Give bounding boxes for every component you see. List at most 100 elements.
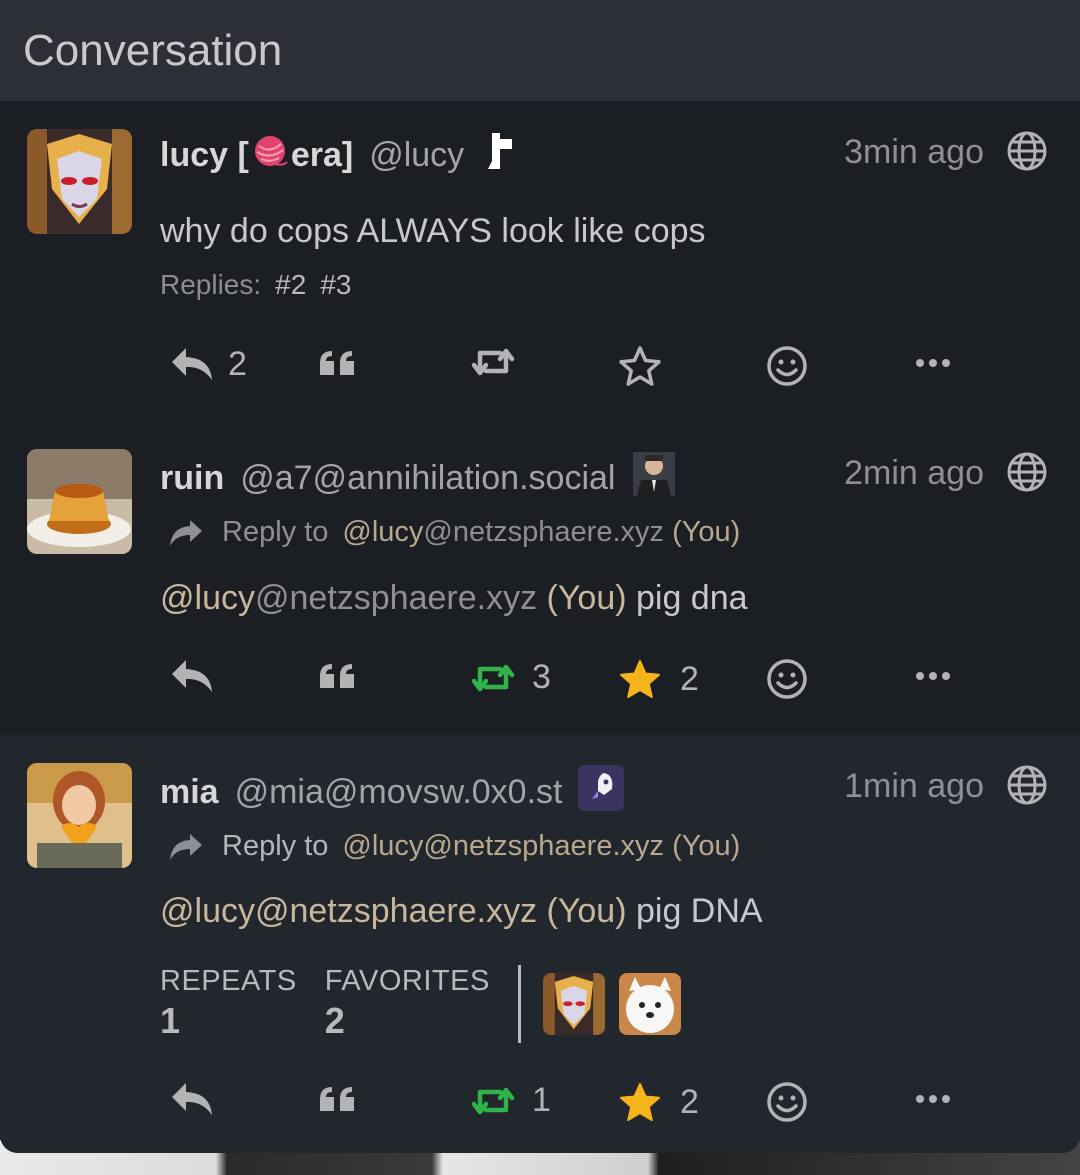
text-body: pig DNA [626,892,763,930]
react-button[interactable] [766,658,808,700]
smiley-icon [767,1082,807,1122]
reply-to-mention[interactable]: @lucy@netzsphaere.xyz (You) [342,830,740,863]
mention-host: @netzsphaere.xyz [254,579,538,617]
replies-label: Replies: [160,269,262,300]
reply-button[interactable] [170,658,214,696]
react-button[interactable] [766,1081,808,1123]
action-bar: 1 2 [0,1081,1080,1131]
account-handle[interactable]: @mia@movsw.0x0.st [235,773,563,812]
text-mention[interactable]: @lucy@netzsphaere.xyz (You) [160,579,627,617]
instance-emoji-icon [578,765,625,820]
globe-icon[interactable] [1006,764,1048,806]
repeats-label: REPEATS [160,965,297,997]
quote-button[interactable] [318,662,356,690]
quote-button[interactable] [318,349,356,377]
conversation-panel: Conversation lucy [ era] @lucy 3min ago … [0,0,1080,1153]
repeat-icon [471,664,515,691]
react-button[interactable] [766,345,808,387]
favorites-stat[interactable]: FAVORITES 2 [325,965,490,1042]
more-dots-icon [916,359,950,367]
globe-icon[interactable] [1006,451,1048,493]
repeat-count: 1 [532,1081,551,1119]
mention-user: @lucy [160,579,255,617]
favorited-by-avatar[interactable] [618,973,681,1035]
mention-you: (You) [664,830,741,862]
quote-icon [320,1087,354,1111]
status-text: @lucy@netzsphaere.xyz (You) pig dna [160,579,748,618]
favorite-count: 2 [680,1082,699,1121]
reply-button[interactable]: 2 [170,345,247,384]
favorites-label: FAVORITES [324,965,490,997]
avatar[interactable] [27,763,132,868]
display-name-end[interactable]: era] [291,136,353,175]
reply-button[interactable] [170,1081,214,1119]
favorited-by-avatar[interactable] [542,973,605,1035]
mention-user: @lucy@netzsphaere.xyz [342,830,665,862]
reply-count: 2 [228,345,247,383]
author-line: ruin @a7@annihilation.social [160,452,676,505]
status-mia: mia @mia@movsw.0x0.st 1min ago Reply to … [0,735,1080,1153]
repeat-button[interactable]: 3 [470,658,551,697]
reply-to-label: Reply to [222,516,329,548]
reply-link[interactable]: #2 [275,269,306,301]
display-name[interactable]: ruin [160,459,224,498]
more-dots-icon [916,1095,950,1103]
repeat-count: 3 [532,658,551,696]
timestamp[interactable]: 3min ago [844,133,984,172]
author-line: mia @mia@movsw.0x0.st [160,765,625,820]
globe-icon[interactable] [1006,130,1048,172]
reply-to-line: Reply to @lucy@netzsphaere.xyz (You) [168,830,740,863]
status-stats: REPEATS 1 FAVORITES 2 [160,965,695,1043]
repeat-icon [471,1087,515,1114]
account-handle[interactable]: @lucy [369,136,464,175]
reply-arrow-icon [170,519,202,546]
mention-user: @lucy [342,516,424,548]
author-line: lucy [ era] @lucy [160,131,514,180]
display-name[interactable]: mia [160,773,219,812]
repeats-stat[interactable]: REPEATS 1 [160,965,297,1042]
flag-emoji-icon [488,131,514,180]
favorite-count: 2 [680,659,699,698]
mention-you: (You) [664,516,741,548]
mention-you: (You) [537,579,627,617]
avatar[interactable] [27,129,132,234]
favorite-button[interactable] [618,345,662,387]
status-ruin: ruin @a7@annihilation.social 2min ago Re… [0,416,1080,735]
reply-to-mention[interactable]: @lucy@netzsphaere.xyz (You) [342,516,740,549]
text-body: pig dna [626,579,748,617]
panel-title: Conversation [0,0,1080,101]
more-dots-icon [916,672,950,680]
yarn-emoji-icon [251,132,289,179]
timestamp[interactable]: 1min ago [844,767,984,806]
quote-button[interactable] [318,1085,356,1113]
replies-line: Replies: #2 #3 [160,269,351,301]
timestamp[interactable]: 2min ago [844,454,984,493]
more-button[interactable] [915,357,951,369]
agent-emoji-icon [633,452,676,505]
favorite-button[interactable]: 2 [618,658,699,700]
favorites-count: 2 [324,1000,345,1041]
display-name[interactable]: lucy [ [160,136,249,175]
favorite-button[interactable]: 2 [618,1081,699,1123]
reply-to-label: Reply to [222,830,329,862]
reply-arrow-icon [170,833,202,860]
reply-to-line: Reply to @lucy@netzsphaere.xyz (You) [168,516,740,549]
quote-icon [320,664,354,688]
more-button[interactable] [915,1093,951,1105]
repeat-button[interactable] [470,345,516,379]
account-handle[interactable]: @a7@annihilation.social [240,459,615,498]
reply-icon [172,660,212,692]
text-mention[interactable]: @lucy@netzsphaere.xyz (You) [160,892,627,930]
star-filled-icon [620,660,660,698]
status-text: @lucy@netzsphaere.xyz (You) pig DNA [160,892,763,931]
repeat-icon [471,348,515,376]
reply-icon [172,347,212,380]
star-filled-icon [620,1083,660,1121]
reply-icon [172,1083,212,1115]
repeat-button[interactable]: 1 [470,1081,551,1120]
avatar[interactable] [27,449,132,554]
reply-link[interactable]: #3 [320,269,351,301]
mention-host: @netzsphaere.xyz [423,516,665,548]
more-button[interactable] [915,670,951,682]
action-bar: 3 2 [0,658,1080,708]
